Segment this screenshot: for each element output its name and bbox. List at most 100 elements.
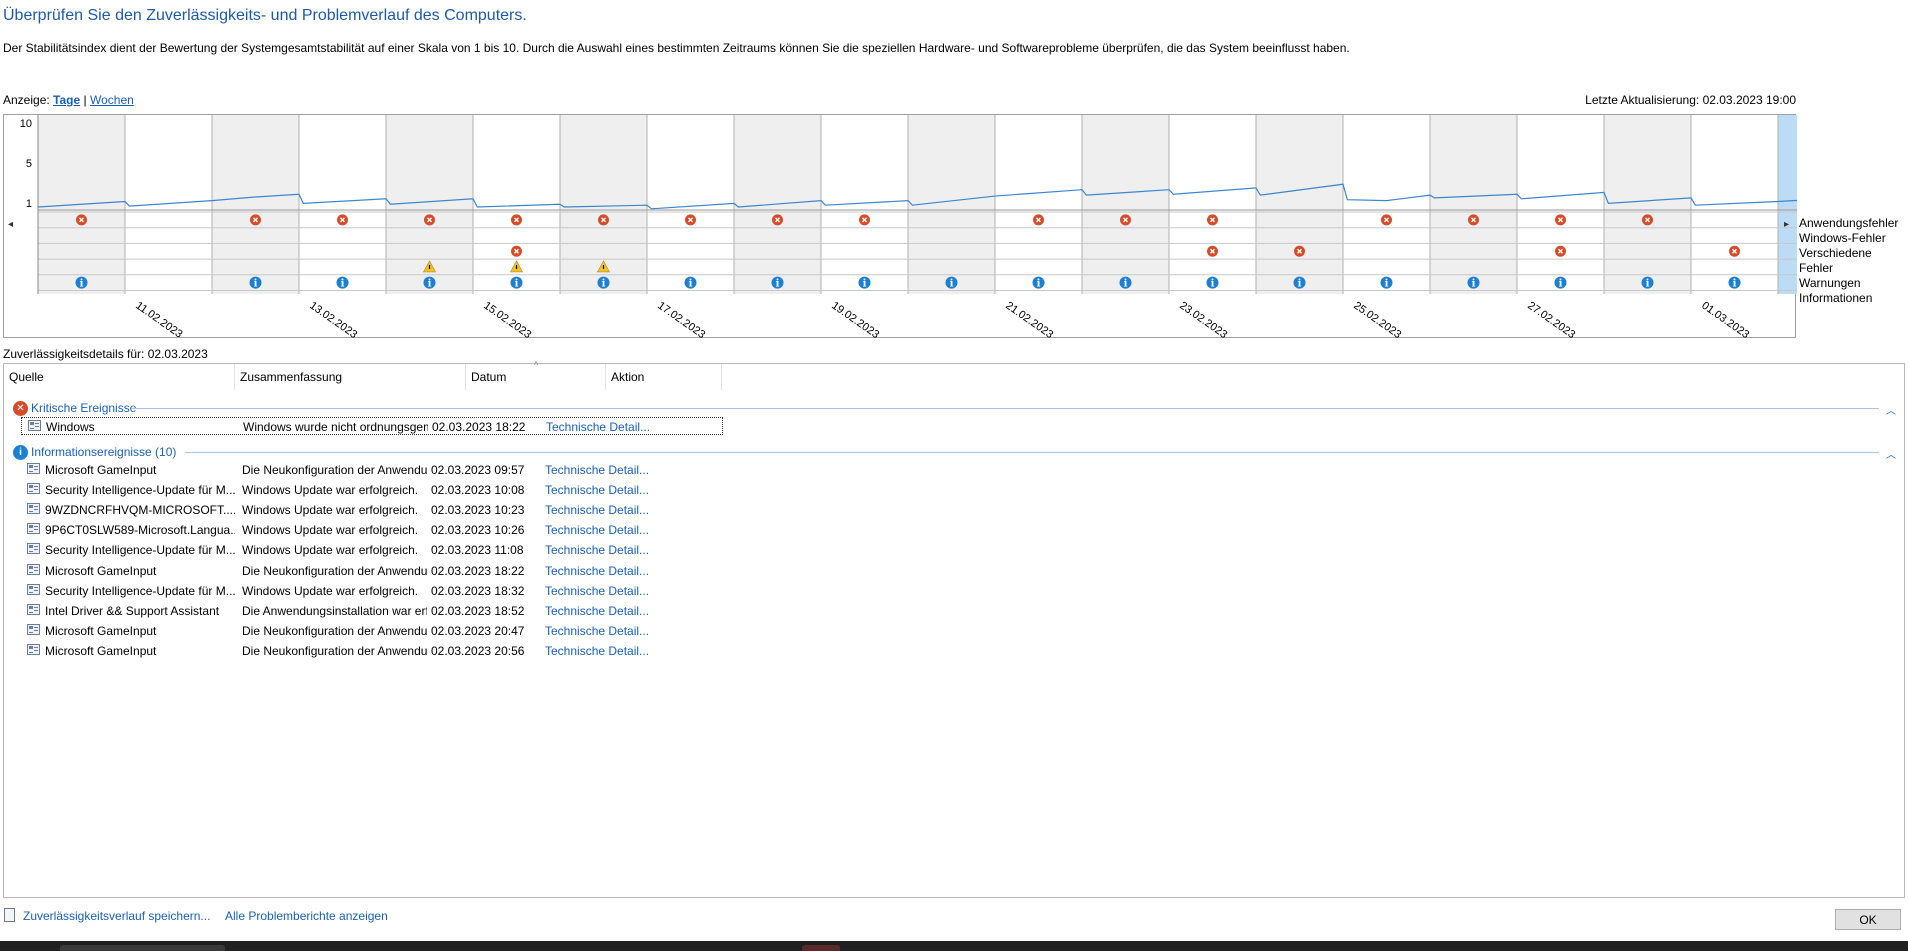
event-details-link[interactable]: Technische Detail...: [545, 644, 720, 658]
reliability-chart[interactable]: 10 5 1 i i i i i i i i i i i i i i i i i i i 11.02.2023 13.02.2…: [3, 114, 1797, 339]
group-divider: [185, 452, 1879, 453]
event-date: 02.03.2023 18:32: [431, 583, 525, 598]
row-label-app-errors: Anwendungsfehler: [1799, 216, 1899, 230]
event-summary: Windows Update war erfolgreich.: [242, 583, 419, 598]
column-summary[interactable]: Zusammenfassung: [235, 364, 466, 390]
event-details-link[interactable]: Technische Detail...: [545, 624, 720, 638]
info-icon-glyph: i: [602, 279, 606, 290]
event-row[interactable]: 9WZDNCRFHVQM-MICROSOFT.... Windows Update…: [21, 501, 723, 519]
day-column: [1430, 115, 1517, 294]
info-icon-glyph: i: [1298, 279, 1302, 290]
event-summary: Die Neukonfiguration der Anwendung ...: [242, 643, 427, 658]
event-row[interactable]: 9P6CT0SLW589-Microsoft.Langua... Windows …: [21, 521, 723, 539]
info-icon-glyph: i: [1472, 279, 1476, 290]
event-source: 9P6CT0SLW589-Microsoft.Langua...: [45, 523, 235, 538]
event-details-link[interactable]: Technische Detail...: [545, 543, 720, 557]
collapse-info-icon[interactable]: ︿: [1886, 446, 1896, 461]
info-icon-glyph: i: [1037, 279, 1041, 290]
view-separator: |: [83, 93, 87, 107]
event-log-icon: [27, 543, 40, 555]
view-selector: Anzeige: Tage | Wochen: [3, 93, 134, 107]
ok-button[interactable]: OK: [1835, 909, 1901, 930]
event-row[interactable]: Security Intelligence-Update für M... Win…: [21, 541, 723, 559]
row-label-info: Informationen: [1799, 291, 1873, 305]
event-details-link[interactable]: Technische Detail...: [545, 523, 720, 537]
group-info[interactable]: i Informationsereignisse (10): [13, 443, 176, 461]
column-source[interactable]: Quelle: [4, 364, 235, 390]
event-row[interactable]: Security Intelligence-Update für M... Win…: [21, 481, 723, 499]
event-source: Security Intelligence-Update für M...: [45, 583, 235, 598]
event-summary: Die Neukonfiguration der Anwendung ...: [242, 563, 427, 578]
save-document-icon: [4, 908, 15, 922]
event-source: Security Intelligence-Update für M...: [45, 483, 235, 498]
collapse-critical-icon[interactable]: ︿: [1886, 402, 1896, 417]
x-tick-label: 17.02.2023: [655, 300, 707, 339]
taskbar-item[interactable]: [802, 945, 840, 951]
event-date: 02.03.2023 18:52: [431, 603, 525, 618]
event-row[interactable]: Microsoft GameInput Die Neukonfiguration …: [21, 622, 723, 640]
info-icon-glyph: i: [950, 279, 954, 290]
event-details-link[interactable]: Technische Detail...: [545, 584, 720, 598]
event-details-link[interactable]: Technische Detail...: [546, 420, 721, 434]
event-log-icon: [27, 603, 40, 615]
event-log-icon: [27, 623, 40, 635]
event-row[interactable]: Security Intelligence-Update für M... Win…: [21, 582, 723, 600]
error-icon: ✕: [13, 400, 28, 416]
details-list: Quelle Zusammenfassung Datum Aktion ^ ✕ …: [3, 360, 1905, 898]
taskbar: [0, 941, 1908, 951]
view-label: Anzeige:: [3, 93, 50, 107]
event-source: Microsoft GameInput: [45, 643, 157, 658]
event-details-link[interactable]: Technische Detail...: [545, 483, 720, 497]
event-row[interactable]: Microsoft GameInput Die Neukonfiguration …: [21, 562, 723, 580]
event-row[interactable]: Intel Driver && Support Assistant Die Anw…: [21, 602, 723, 620]
view-weeks-link[interactable]: Wochen: [90, 93, 134, 107]
info-icon-glyph: i: [689, 279, 693, 290]
column-action[interactable]: Aktion: [606, 364, 722, 390]
event-summary: Windows Update war erfolgreich.: [242, 523, 419, 538]
sort-ascending-icon: ^: [534, 360, 539, 370]
info-icon: i: [13, 444, 28, 460]
info-icon-glyph: i: [1646, 279, 1650, 290]
day-column: [125, 115, 212, 294]
event-summary: Die Neukonfiguration der Anwendung ...: [242, 463, 427, 477]
event-row[interactable]: Microsoft GameInput Die Neukonfiguration …: [21, 642, 723, 660]
event-date: 02.03.2023 18:22: [431, 563, 525, 578]
info-icon-glyph: i: [515, 279, 519, 290]
info-icon-glyph: i: [341, 279, 345, 290]
event-source: Microsoft GameInput: [45, 623, 157, 638]
event-summary: Die Anwendungsinstallation war erfolgr..…: [242, 603, 427, 618]
view-days-link[interactable]: Tage: [53, 93, 80, 107]
x-tick-label: 19.02.2023: [829, 300, 881, 339]
chart-scroll-left-icon[interactable]: ◂: [8, 219, 13, 230]
event-row[interactable]: Microsoft GameInput Die Neukonfiguration …: [21, 461, 723, 479]
x-tick-label: 01.03.2023: [1699, 300, 1751, 339]
group-info-label: Informationsereignisse (10): [31, 445, 177, 459]
day-column: [1343, 115, 1430, 294]
group-critical[interactable]: ✕ Kritische Ereignisse: [13, 399, 136, 417]
day-column: [1169, 115, 1256, 294]
event-summary: Windows Update war erfolgreich.: [242, 503, 419, 518]
event-summary: Windows Update war erfolgreich.: [242, 543, 419, 558]
group-divider: [131, 408, 1879, 409]
all-problem-reports-link[interactable]: Alle Problemberichte anzeigen: [225, 909, 388, 923]
chart-scroll-right-icon[interactable]: ▸: [1784, 219, 1789, 230]
info-icon-glyph: i: [1559, 279, 1563, 290]
info-icon-glyph: i: [428, 279, 432, 290]
day-column: [1517, 115, 1604, 294]
event-details-link[interactable]: Technische Detail...: [545, 463, 720, 477]
info-icon-glyph: i: [1124, 279, 1128, 290]
event-date: 02.03.2023 10:23: [431, 503, 525, 518]
event-details-link[interactable]: Technische Detail...: [545, 604, 720, 618]
row-label-warnings: Warnungen: [1799, 276, 1861, 290]
event-row[interactable]: Windows Windows wurde nicht ordnungsgemäß…: [21, 417, 723, 435]
event-date: 02.03.2023 11:08: [431, 543, 524, 558]
taskbar-item[interactable]: [60, 945, 225, 951]
save-history-link[interactable]: Zuverlässigkeitsverlauf speichern...: [23, 909, 210, 923]
event-details-link[interactable]: Technische Detail...: [545, 503, 720, 517]
info-icon-glyph: i: [776, 279, 780, 290]
event-details-link[interactable]: Technische Detail...: [545, 564, 720, 578]
day-column: [995, 115, 1082, 294]
event-date: 02.03.2023 18:22: [432, 420, 526, 434]
info-icon-glyph: i: [80, 279, 84, 290]
group-critical-label: Kritische Ereignisse: [31, 401, 137, 415]
